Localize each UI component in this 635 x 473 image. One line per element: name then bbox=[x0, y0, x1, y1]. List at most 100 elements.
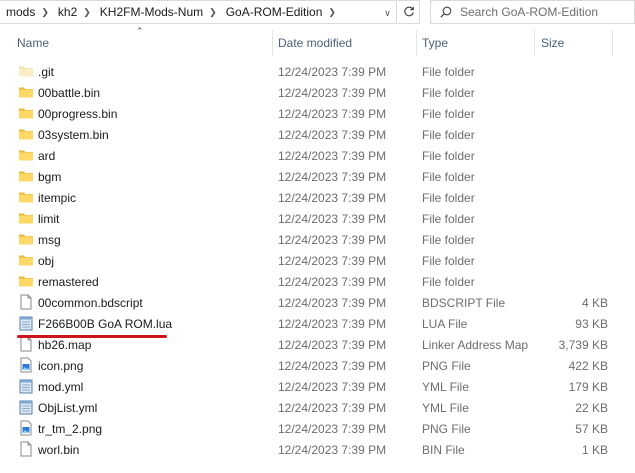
column-header-date[interactable]: Date modified bbox=[278, 28, 416, 58]
file-type: File folder bbox=[422, 86, 475, 100]
folder-icon bbox=[18, 84, 34, 100]
file-list-item[interactable]: F266B00B GoA ROM.lua 12/24/2023 7:39 PM LU… bbox=[0, 313, 635, 334]
image-file-icon bbox=[18, 357, 34, 373]
column-header-row: ⌃ Name Date modified Type Size bbox=[0, 26, 635, 58]
breadcrumb-label[interactable]: mods bbox=[0, 5, 39, 19]
file-type: File folder bbox=[422, 65, 475, 79]
column-header-type[interactable]: Type bbox=[422, 28, 532, 58]
file-name[interactable]: ObjList.yml bbox=[38, 401, 97, 415]
chevron-right-icon[interactable]: ❯ bbox=[326, 7, 338, 18]
file-size: 57 KB bbox=[575, 422, 608, 436]
file-type: YML File bbox=[422, 380, 469, 394]
file-name[interactable]: 03system.bin bbox=[38, 128, 109, 142]
breadcrumb-item[interactable]: mods ❯ bbox=[0, 1, 51, 23]
address-history-chevron-down-icon[interactable]: ∨ bbox=[379, 1, 396, 23]
chevron-right-icon[interactable]: ❯ bbox=[39, 7, 51, 18]
column-header-name[interactable]: Name bbox=[17, 28, 272, 58]
file-name[interactable]: 00progress.bin bbox=[38, 107, 117, 121]
file-date-modified: 12/24/2023 7:39 PM bbox=[278, 212, 387, 226]
file-name[interactable]: 00common.bdscript bbox=[38, 296, 143, 310]
breadcrumb-label[interactable]: kh2 bbox=[51, 5, 81, 19]
file-name[interactable]: tr_tm_2.png bbox=[38, 422, 102, 436]
file-name[interactable]: hb26.map bbox=[38, 338, 91, 352]
address-bar[interactable]: mods ❯ kh2 ❯ KH2FM-Mods-Num ❯ GoA-ROM-Ed… bbox=[0, 0, 397, 24]
column-divider[interactable] bbox=[416, 30, 417, 56]
search-input[interactable] bbox=[458, 4, 632, 20]
file-date-modified: 12/24/2023 7:39 PM bbox=[278, 380, 387, 394]
file-type: File folder bbox=[422, 191, 475, 205]
file-name[interactable]: remastered bbox=[38, 275, 99, 289]
folder-icon bbox=[18, 147, 34, 163]
file-size: 22 KB bbox=[575, 401, 608, 415]
file-list-item[interactable]: worl.bin 12/24/2023 7:39 PM BIN File 1 KB bbox=[0, 439, 635, 460]
file-name[interactable]: icon.png bbox=[38, 359, 83, 373]
file-date-modified: 12/24/2023 7:39 PM bbox=[278, 149, 387, 163]
file-name[interactable]: F266B00B GoA ROM.lua bbox=[38, 317, 172, 331]
file-size: 93 KB bbox=[575, 317, 608, 331]
column-divider[interactable] bbox=[534, 30, 535, 56]
file-size: 1 KB bbox=[581, 443, 608, 457]
file-type: File folder bbox=[422, 275, 475, 289]
file-list-item[interactable]: ard 12/24/2023 7:39 PM File folder bbox=[0, 145, 635, 166]
file-name[interactable]: mod.yml bbox=[38, 380, 83, 394]
blank-file-icon bbox=[18, 336, 34, 352]
file-list-item[interactable]: itempic 12/24/2023 7:39 PM File folder bbox=[0, 187, 635, 208]
column-divider[interactable] bbox=[612, 30, 613, 56]
file-name[interactable]: obj bbox=[38, 254, 54, 268]
image-file-icon bbox=[18, 420, 34, 436]
blank-file-icon bbox=[18, 294, 34, 310]
file-list-item[interactable]: 00common.bdscript 12/24/2023 7:39 PM BDSCR… bbox=[0, 292, 635, 313]
file-type: Linker Address Map bbox=[422, 338, 529, 352]
file-date-modified: 12/24/2023 7:39 PM bbox=[278, 128, 387, 142]
notepad-file-icon bbox=[18, 399, 34, 415]
column-header-size[interactable]: Size bbox=[541, 28, 611, 58]
file-list-item[interactable]: 00battle.bin 12/24/2023 7:39 PM File folde… bbox=[0, 82, 635, 103]
file-name[interactable]: .git bbox=[38, 65, 54, 79]
file-name[interactable]: limit bbox=[38, 212, 59, 226]
chevron-right-icon[interactable]: ❯ bbox=[81, 7, 93, 18]
file-list-item[interactable]: limit 12/24/2023 7:39 PM File folder bbox=[0, 208, 635, 229]
chevron-right-icon[interactable]: ❯ bbox=[207, 7, 219, 18]
refresh-button[interactable] bbox=[398, 0, 420, 24]
notepad-file-icon bbox=[18, 315, 34, 331]
file-list-item[interactable]: obj 12/24/2023 7:39 PM File folder bbox=[0, 250, 635, 271]
file-list-item[interactable]: icon.png 12/24/2023 7:39 PM PNG File 422 KB bbox=[0, 355, 635, 376]
file-name[interactable]: ard bbox=[38, 149, 55, 163]
file-list-item[interactable]: 03system.bin 12/24/2023 7:39 PM File folde… bbox=[0, 124, 635, 145]
notepad-file-icon bbox=[18, 378, 34, 394]
folder-hidden-icon bbox=[18, 63, 34, 79]
file-date-modified: 12/24/2023 7:39 PM bbox=[278, 443, 387, 457]
file-date-modified: 12/24/2023 7:39 PM bbox=[278, 275, 387, 289]
file-name[interactable]: bgm bbox=[38, 170, 61, 184]
file-type: YML File bbox=[422, 401, 469, 415]
file-list-item[interactable]: msg 12/24/2023 7:39 PM File folder bbox=[0, 229, 635, 250]
file-type: File folder bbox=[422, 254, 475, 268]
column-header-label: Date modified bbox=[278, 36, 353, 50]
breadcrumb-item[interactable]: GoA-ROM-Edition ❯ bbox=[219, 1, 338, 23]
file-list-item[interactable]: remastered 12/24/2023 7:39 PM File folder bbox=[0, 271, 635, 292]
file-type: BIN File bbox=[422, 443, 465, 457]
file-list-item[interactable]: tr_tm_2.png 12/24/2023 7:39 PM PNG File 57 … bbox=[0, 418, 635, 439]
file-size: 3,739 KB bbox=[558, 338, 608, 352]
file-date-modified: 12/24/2023 7:39 PM bbox=[278, 65, 387, 79]
file-list-item[interactable]: ObjList.yml 12/24/2023 7:39 PM YML File 22 … bbox=[0, 397, 635, 418]
file-name[interactable]: itempic bbox=[38, 191, 76, 205]
breadcrumb-item[interactable]: kh2 ❯ bbox=[51, 1, 93, 23]
breadcrumb-label[interactable]: KH2FM-Mods-Num bbox=[93, 5, 207, 19]
breadcrumb-item[interactable]: KH2FM-Mods-Num ❯ bbox=[93, 1, 219, 23]
file-list-item[interactable]: 00progress.bin 12/24/2023 7:39 PM File fol… bbox=[0, 103, 635, 124]
column-divider[interactable] bbox=[272, 30, 273, 56]
file-name[interactable]: 00battle.bin bbox=[38, 86, 100, 100]
folder-icon bbox=[18, 189, 34, 205]
file-type: PNG File bbox=[422, 359, 471, 373]
file-date-modified: 12/24/2023 7:39 PM bbox=[278, 422, 387, 436]
file-name[interactable]: worl.bin bbox=[38, 443, 79, 457]
breadcrumb-label[interactable]: GoA-ROM-Edition bbox=[219, 5, 327, 19]
search-box[interactable] bbox=[430, 0, 635, 24]
file-list-item[interactable]: bgm 12/24/2023 7:39 PM File folder bbox=[0, 166, 635, 187]
folder-icon bbox=[18, 210, 34, 226]
file-list-item[interactable]: .git 12/24/2023 7:39 PM File folder bbox=[0, 61, 635, 82]
file-list-item[interactable]: mod.yml 12/24/2023 7:39 PM YML File 179 KB bbox=[0, 376, 635, 397]
refresh-icon bbox=[403, 6, 414, 17]
file-name[interactable]: msg bbox=[38, 233, 61, 247]
